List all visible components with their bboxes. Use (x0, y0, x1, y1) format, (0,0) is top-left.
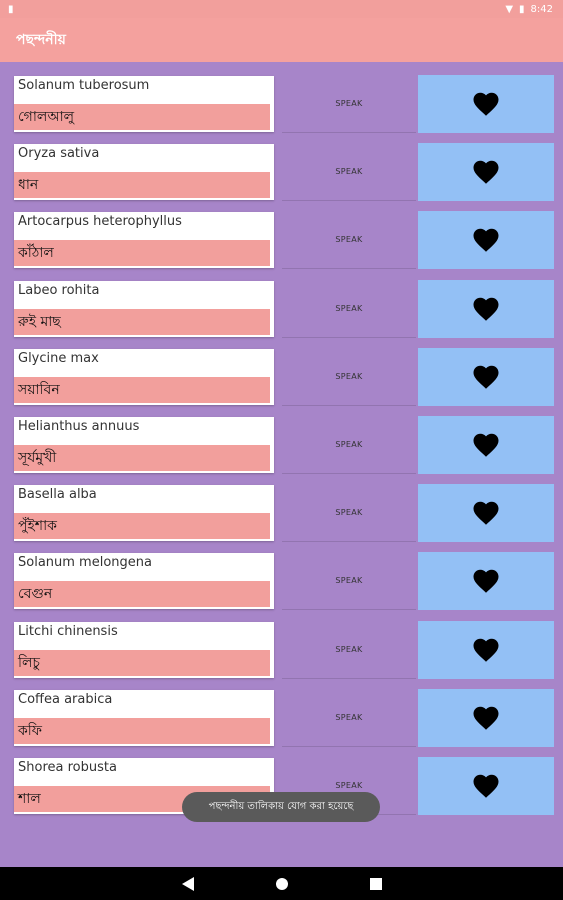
local-name: সয়াবিন (14, 376, 270, 403)
list-item: Oryza sativa ধান SPEAK (12, 143, 554, 202)
speak-button[interactable]: SPEAK (282, 621, 416, 679)
status-bar: ▮ ▼ ▮ 8:42 (0, 0, 563, 18)
local-name: রুই মাছ (14, 308, 270, 335)
back-icon[interactable] (180, 876, 196, 892)
name-card: Basella alba পুঁইশাক (14, 485, 274, 542)
name-card: Litchi chinensis লিচু (14, 621, 274, 678)
local-name: সূর্যমুখী (14, 444, 270, 471)
scientific-name: Glycine max (18, 350, 99, 366)
favorite-button[interactable] (418, 279, 554, 338)
favorite-button[interactable] (418, 552, 554, 611)
scientific-name: Artocarpus heterophyllus (18, 214, 182, 230)
name-card: Solanum melongena বেগুন (14, 553, 274, 610)
favorite-button[interactable] (418, 620, 554, 679)
scientific-name: Helianthus annuus (18, 418, 140, 434)
notification-icon: ▮ (8, 3, 14, 15)
favorite-button[interactable] (418, 415, 554, 474)
heart-icon (473, 229, 499, 253)
favorite-button[interactable] (418, 347, 554, 406)
favorites-list: Solanum tuberosum গোলআলু SPEAK Oryza sativa… (12, 75, 554, 825)
local-name: কফি (14, 717, 270, 744)
scientific-name: Shorea robusta (18, 759, 117, 775)
list-item: Solanum melongena বেগুন SPEAK (12, 552, 554, 611)
heart-icon (473, 297, 499, 321)
list-item: Artocarpus heterophyllus কাঁঠাল SPEAK (12, 211, 554, 270)
local-name: পুঁইশাক (14, 513, 270, 540)
scientific-name: Labeo rohita (18, 282, 100, 298)
heart-icon (473, 638, 499, 662)
heart-icon (473, 774, 499, 798)
speak-button[interactable]: SPEAK (282, 211, 416, 270)
heart-icon (473, 365, 499, 389)
heart-icon (473, 433, 499, 457)
toast-message: পছন্দনীয় তালিকায় যোগ করা হয়েছে (208, 800, 354, 812)
name-card: Helianthus annuus সূর্যমুখী (14, 416, 274, 473)
scientific-name: Oryza sativa (18, 146, 100, 162)
favorite-button[interactable] (418, 75, 554, 133)
favorite-button[interactable] (418, 211, 554, 270)
favorite-button[interactable] (418, 688, 554, 747)
speak-button[interactable]: SPEAK (282, 280, 416, 338)
heart-icon (473, 706, 499, 730)
heart-icon (473, 501, 499, 525)
app-bar: পছন্দনীয় (0, 18, 563, 62)
favorite-button[interactable] (418, 143, 554, 202)
name-card: Coffea arabica কফি (14, 689, 274, 746)
list-item: Coffea arabica কফি SPEAK (12, 688, 554, 747)
list-item: Litchi chinensis লিচু SPEAK (12, 620, 554, 679)
heart-icon (473, 570, 499, 593)
heart-icon (473, 160, 499, 184)
scientific-name: Solanum melongena (18, 555, 152, 571)
name-card: Labeo rohita রুই মাছ (14, 280, 274, 337)
list-item: Helianthus annuus সূর্যমুখী SPEAK (12, 415, 554, 474)
list-item: Basella alba পুঁইশাক SPEAK (12, 484, 554, 543)
scientific-name: Litchi chinensis (18, 623, 118, 639)
list-item: Labeo rohita রুই মাছ SPEAK (12, 279, 554, 338)
heart-icon (473, 92, 499, 116)
speak-button[interactable]: SPEAK (282, 552, 416, 611)
navigation-bar (0, 867, 563, 900)
status-time: 8:42 (530, 3, 553, 15)
battery-icon: ▮ (519, 3, 525, 15)
speak-button[interactable]: SPEAK (282, 689, 416, 747)
recents-icon[interactable] (368, 876, 384, 892)
scientific-name: Solanum tuberosum (18, 78, 150, 93)
local-name: কাঁঠাল (14, 240, 270, 267)
local-name: বেগুন (14, 581, 270, 608)
speak-button[interactable]: SPEAK (282, 416, 416, 474)
local-name: গোলআলু (14, 104, 270, 130)
favorite-button[interactable] (418, 756, 554, 815)
name-card: Oryza sativa ধান (14, 144, 274, 201)
scientific-name: Basella alba (18, 487, 97, 503)
speak-button[interactable]: SPEAK (282, 143, 416, 202)
toast: পছন্দনীয় তালিকায় যোগ করা হয়েছে (182, 792, 380, 822)
speak-button[interactable]: SPEAK (282, 348, 416, 406)
wifi-icon: ▼ (505, 3, 514, 15)
home-icon[interactable] (274, 876, 290, 892)
list-item: Glycine max সয়াবিন SPEAK (12, 347, 554, 406)
list-item: Solanum tuberosum গোলআলু SPEAK (12, 75, 554, 133)
page-title: পছন্দনীয় (16, 32, 66, 48)
local-name: লিচু (14, 649, 270, 676)
scientific-name: Coffea arabica (18, 691, 113, 707)
local-name: ধান (14, 172, 270, 199)
name-card: Glycine max সয়াবিন (14, 348, 274, 405)
speak-button[interactable]: SPEAK (282, 484, 416, 543)
name-card: Artocarpus heterophyllus কাঁঠাল (14, 212, 274, 269)
favorite-button[interactable] (418, 484, 554, 543)
name-card: Solanum tuberosum গোলআলু (14, 76, 274, 132)
speak-button[interactable]: SPEAK (282, 75, 416, 133)
